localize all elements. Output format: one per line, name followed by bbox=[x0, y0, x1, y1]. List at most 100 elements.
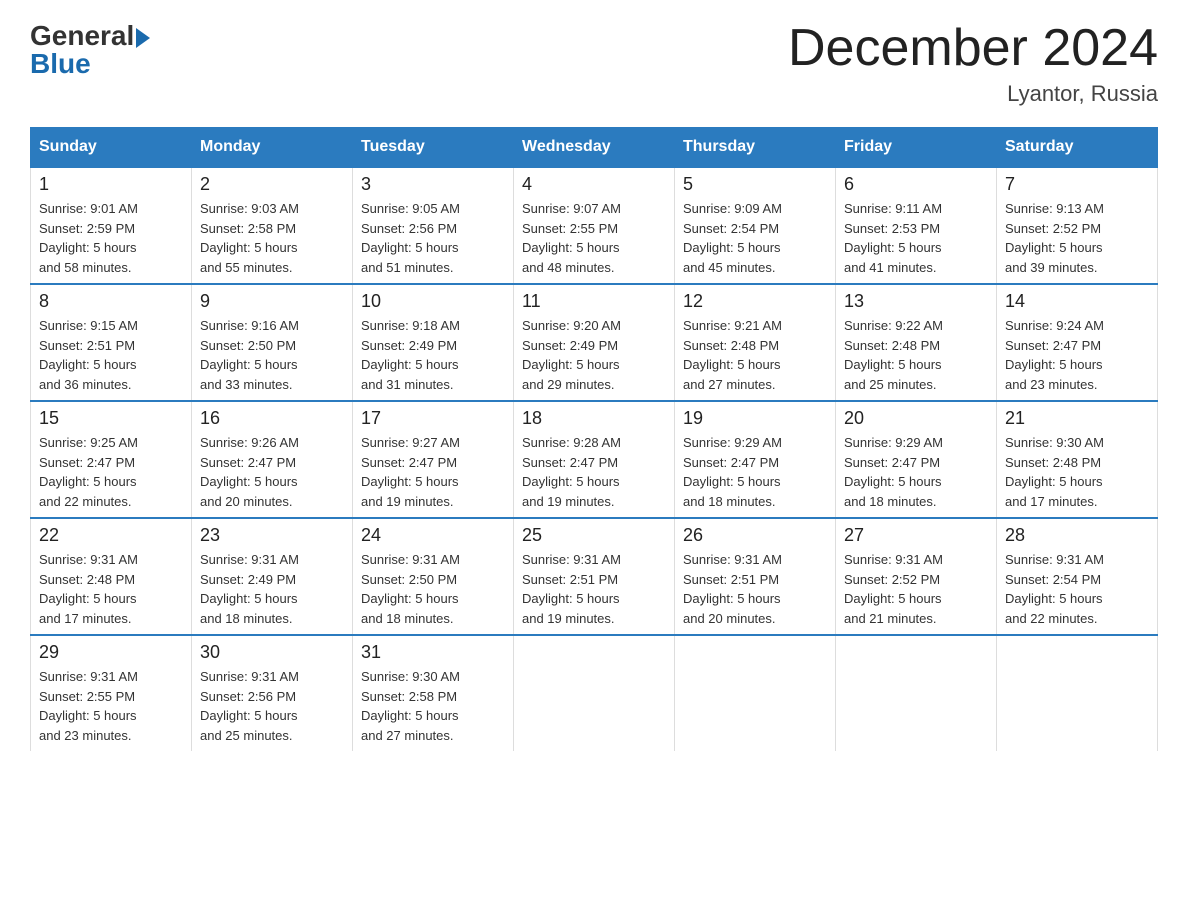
table-row: 4 Sunrise: 9:07 AM Sunset: 2:55 PM Dayli… bbox=[514, 167, 675, 284]
daylight2: and 55 minutes. bbox=[200, 260, 293, 275]
day-number: 26 bbox=[683, 525, 827, 546]
table-row: 15 Sunrise: 9:25 AM Sunset: 2:47 PM Dayl… bbox=[31, 401, 192, 518]
table-row: 12 Sunrise: 9:21 AM Sunset: 2:48 PM Dayl… bbox=[675, 284, 836, 401]
table-row: 26 Sunrise: 9:31 AM Sunset: 2:51 PM Dayl… bbox=[675, 518, 836, 635]
day-number: 7 bbox=[1005, 174, 1149, 195]
table-row bbox=[836, 635, 997, 751]
daylight2: and 27 minutes. bbox=[361, 728, 454, 743]
day-number: 19 bbox=[683, 408, 827, 429]
sunset: Sunset: 2:51 PM bbox=[39, 338, 135, 353]
sunrise: Sunrise: 9:20 AM bbox=[522, 318, 621, 333]
sunset: Sunset: 2:47 PM bbox=[361, 455, 457, 470]
table-row: 16 Sunrise: 9:26 AM Sunset: 2:47 PM Dayl… bbox=[192, 401, 353, 518]
daylight2: and 19 minutes. bbox=[522, 494, 615, 509]
day-info: Sunrise: 9:31 AM Sunset: 2:52 PM Dayligh… bbox=[844, 550, 988, 628]
table-row: 30 Sunrise: 9:31 AM Sunset: 2:56 PM Dayl… bbox=[192, 635, 353, 751]
calendar-week-row: 8 Sunrise: 9:15 AM Sunset: 2:51 PM Dayli… bbox=[31, 284, 1158, 401]
day-number: 30 bbox=[200, 642, 344, 663]
header-sunday: Sunday bbox=[31, 128, 192, 168]
sunset: Sunset: 2:49 PM bbox=[200, 572, 296, 587]
sunrise: Sunrise: 9:29 AM bbox=[844, 435, 943, 450]
location: Lyantor, Russia bbox=[788, 81, 1158, 107]
daylight2: and 33 minutes. bbox=[200, 377, 293, 392]
day-info: Sunrise: 9:31 AM Sunset: 2:56 PM Dayligh… bbox=[200, 667, 344, 745]
daylight2: and 18 minutes. bbox=[361, 611, 454, 626]
sunrise: Sunrise: 9:27 AM bbox=[361, 435, 460, 450]
daylight2: and 25 minutes. bbox=[200, 728, 293, 743]
daylight2: and 22 minutes. bbox=[39, 494, 132, 509]
daylight2: and 18 minutes. bbox=[844, 494, 937, 509]
sunset: Sunset: 2:52 PM bbox=[1005, 221, 1101, 236]
table-row: 1 Sunrise: 9:01 AM Sunset: 2:59 PM Dayli… bbox=[31, 167, 192, 284]
day-info: Sunrise: 9:29 AM Sunset: 2:47 PM Dayligh… bbox=[683, 433, 827, 511]
daylight: Daylight: 5 hours bbox=[361, 591, 459, 606]
table-row: 11 Sunrise: 9:20 AM Sunset: 2:49 PM Dayl… bbox=[514, 284, 675, 401]
daylight: Daylight: 5 hours bbox=[844, 357, 942, 372]
sunset: Sunset: 2:54 PM bbox=[1005, 572, 1101, 587]
sunrise: Sunrise: 9:22 AM bbox=[844, 318, 943, 333]
day-info: Sunrise: 9:31 AM Sunset: 2:51 PM Dayligh… bbox=[683, 550, 827, 628]
daylight: Daylight: 5 hours bbox=[1005, 591, 1103, 606]
sunrise: Sunrise: 9:29 AM bbox=[683, 435, 782, 450]
day-info: Sunrise: 9:18 AM Sunset: 2:49 PM Dayligh… bbox=[361, 316, 505, 394]
table-row: 14 Sunrise: 9:24 AM Sunset: 2:47 PM Dayl… bbox=[997, 284, 1158, 401]
sunset: Sunset: 2:51 PM bbox=[522, 572, 618, 587]
daylight: Daylight: 5 hours bbox=[683, 474, 781, 489]
day-number: 5 bbox=[683, 174, 827, 195]
sunset: Sunset: 2:49 PM bbox=[361, 338, 457, 353]
day-number: 17 bbox=[361, 408, 505, 429]
day-info: Sunrise: 9:24 AM Sunset: 2:47 PM Dayligh… bbox=[1005, 316, 1149, 394]
sunrise: Sunrise: 9:16 AM bbox=[200, 318, 299, 333]
daylight: Daylight: 5 hours bbox=[522, 357, 620, 372]
table-row: 23 Sunrise: 9:31 AM Sunset: 2:49 PM Dayl… bbox=[192, 518, 353, 635]
sunset: Sunset: 2:55 PM bbox=[522, 221, 618, 236]
sunset: Sunset: 2:54 PM bbox=[683, 221, 779, 236]
sunset: Sunset: 2:47 PM bbox=[39, 455, 135, 470]
daylight: Daylight: 5 hours bbox=[522, 591, 620, 606]
table-row: 27 Sunrise: 9:31 AM Sunset: 2:52 PM Dayl… bbox=[836, 518, 997, 635]
sunrise: Sunrise: 9:31 AM bbox=[39, 669, 138, 684]
sunrise: Sunrise: 9:11 AM bbox=[844, 201, 942, 216]
sunset: Sunset: 2:50 PM bbox=[361, 572, 457, 587]
day-number: 12 bbox=[683, 291, 827, 312]
day-info: Sunrise: 9:31 AM Sunset: 2:49 PM Dayligh… bbox=[200, 550, 344, 628]
sunset: Sunset: 2:58 PM bbox=[361, 689, 457, 704]
day-number: 27 bbox=[844, 525, 988, 546]
day-number: 24 bbox=[361, 525, 505, 546]
daylight2: and 20 minutes. bbox=[683, 611, 776, 626]
daylight2: and 19 minutes. bbox=[522, 611, 615, 626]
sunrise: Sunrise: 9:13 AM bbox=[1005, 201, 1104, 216]
day-number: 28 bbox=[1005, 525, 1149, 546]
logo-blue-text: Blue bbox=[30, 48, 91, 80]
day-info: Sunrise: 9:16 AM Sunset: 2:50 PM Dayligh… bbox=[200, 316, 344, 394]
daylight2: and 18 minutes. bbox=[200, 611, 293, 626]
daylight2: and 23 minutes. bbox=[39, 728, 132, 743]
sunrise: Sunrise: 9:31 AM bbox=[39, 552, 138, 567]
sunrise: Sunrise: 9:26 AM bbox=[200, 435, 299, 450]
header-thursday: Thursday bbox=[675, 128, 836, 168]
day-info: Sunrise: 9:01 AM Sunset: 2:59 PM Dayligh… bbox=[39, 199, 183, 277]
daylight: Daylight: 5 hours bbox=[844, 474, 942, 489]
sunset: Sunset: 2:52 PM bbox=[844, 572, 940, 587]
daylight: Daylight: 5 hours bbox=[683, 240, 781, 255]
day-number: 3 bbox=[361, 174, 505, 195]
table-row: 17 Sunrise: 9:27 AM Sunset: 2:47 PM Dayl… bbox=[353, 401, 514, 518]
daylight: Daylight: 5 hours bbox=[361, 240, 459, 255]
header-saturday: Saturday bbox=[997, 128, 1158, 168]
daylight: Daylight: 5 hours bbox=[39, 474, 137, 489]
daylight2: and 25 minutes. bbox=[844, 377, 937, 392]
sunset: Sunset: 2:59 PM bbox=[39, 221, 135, 236]
sunset: Sunset: 2:47 PM bbox=[200, 455, 296, 470]
day-info: Sunrise: 9:30 AM Sunset: 2:48 PM Dayligh… bbox=[1005, 433, 1149, 511]
day-number: 2 bbox=[200, 174, 344, 195]
day-info: Sunrise: 9:25 AM Sunset: 2:47 PM Dayligh… bbox=[39, 433, 183, 511]
day-info: Sunrise: 9:31 AM Sunset: 2:51 PM Dayligh… bbox=[522, 550, 666, 628]
table-row: 25 Sunrise: 9:31 AM Sunset: 2:51 PM Dayl… bbox=[514, 518, 675, 635]
table-row: 18 Sunrise: 9:28 AM Sunset: 2:47 PM Dayl… bbox=[514, 401, 675, 518]
sunrise: Sunrise: 9:31 AM bbox=[1005, 552, 1104, 567]
table-row: 9 Sunrise: 9:16 AM Sunset: 2:50 PM Dayli… bbox=[192, 284, 353, 401]
daylight2: and 48 minutes. bbox=[522, 260, 615, 275]
day-info: Sunrise: 9:31 AM Sunset: 2:54 PM Dayligh… bbox=[1005, 550, 1149, 628]
logo-arrow-icon bbox=[136, 28, 150, 48]
day-number: 13 bbox=[844, 291, 988, 312]
